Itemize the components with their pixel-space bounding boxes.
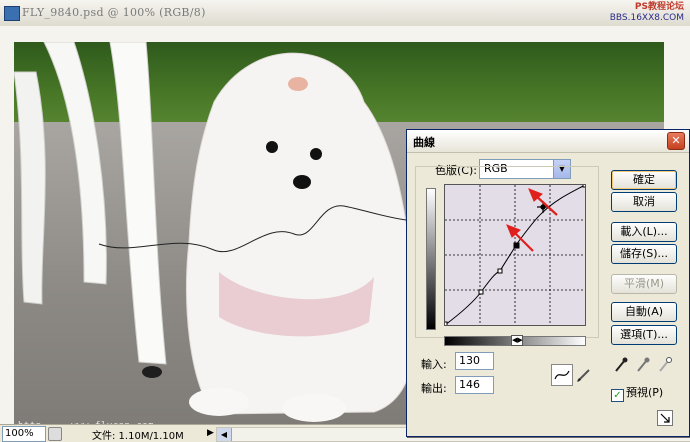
auto-button[interactable]: 自動(A) — [611, 302, 677, 322]
output-label: 輸出: — [421, 382, 447, 395]
document-title-bar[interactable]: FLY_9840.psd @ 100% (RGB/8) PS教程论坛 BBS.1… — [0, 0, 690, 27]
pencil-icon — [577, 369, 590, 382]
expand-view-icon[interactable] — [657, 410, 673, 426]
photoshop-document-icon — [4, 6, 20, 21]
curves-dialog-title-bar[interactable]: 曲線 ✕ — [407, 130, 689, 153]
curve-grid — [445, 185, 585, 325]
gray-eyedropper-icon[interactable] — [635, 356, 651, 374]
input-value-field[interactable]: 130 — [455, 352, 494, 370]
watermark-line-2: BBS.16XX8.COM — [609, 13, 684, 23]
curves-dialog-title: 曲線 — [413, 136, 435, 149]
document-title: FLY_9840.psd @ 100% (RGB/8) — [22, 6, 206, 19]
curve-point[interactable] — [478, 289, 484, 295]
preview-label: 預視(P) — [626, 386, 664, 399]
options-button[interactable]: 選項(T)... — [611, 325, 677, 345]
load-button[interactable]: 載入(L)... — [611, 222, 677, 242]
curve-point-endpoint-high[interactable] — [582, 182, 588, 188]
zoom-level-field[interactable]: 100% — [2, 426, 46, 442]
status-info-icon[interactable] — [48, 427, 62, 441]
save-button[interactable]: 儲存(S)... — [611, 244, 677, 264]
close-button[interactable]: ✕ — [667, 132, 685, 150]
checkmark-icon[interactable]: ✓ — [611, 389, 624, 402]
pencil-tool-button[interactable] — [573, 364, 595, 386]
curve-tool-icon — [554, 370, 570, 380]
curve-tool-button[interactable] — [551, 364, 573, 386]
output-value-field[interactable]: 146 — [455, 376, 494, 394]
gradient-toggle-icon[interactable]: ◀▶ — [511, 335, 523, 346]
input-label: 輸入: — [421, 358, 447, 371]
forum-watermark: PS教程论坛 BBS.16XX8.COM — [564, 2, 684, 24]
black-eyedropper-icon[interactable] — [613, 356, 629, 374]
status-menu-arrow-icon[interactable]: ▶ — [207, 428, 214, 438]
preview-checkbox[interactable]: ✓ 預視(P) — [611, 384, 663, 402]
curve-point-selected[interactable] — [513, 242, 520, 249]
curve-point-endpoint-low[interactable] — [442, 321, 448, 327]
curve-graph[interactable] — [442, 182, 588, 327]
eyedropper-group — [613, 356, 677, 374]
smooth-button[interactable]: 平滑(M) — [611, 274, 677, 294]
scroll-left-arrow-icon[interactable]: ◀ — [217, 428, 232, 441]
output-gradient-bar — [426, 188, 436, 330]
curve-graph-svg — [442, 182, 588, 327]
watermark-line-1: PS教程论坛 — [634, 2, 684, 12]
curve-point[interactable] — [497, 268, 503, 274]
ok-button[interactable]: 確定 — [611, 170, 677, 190]
white-eyedropper-icon[interactable] — [657, 356, 673, 374]
close-icon: ✕ — [671, 134, 681, 147]
curves-dialog: 曲線 ✕ 色版(C): RGB ▼ ◀▶ 輸入: 130 輸出: 146 確定 … — [406, 129, 690, 437]
cancel-button[interactable]: 取消 — [611, 192, 677, 212]
document-size-readout: 文件: 1.10M/1.10M — [92, 431, 184, 442]
